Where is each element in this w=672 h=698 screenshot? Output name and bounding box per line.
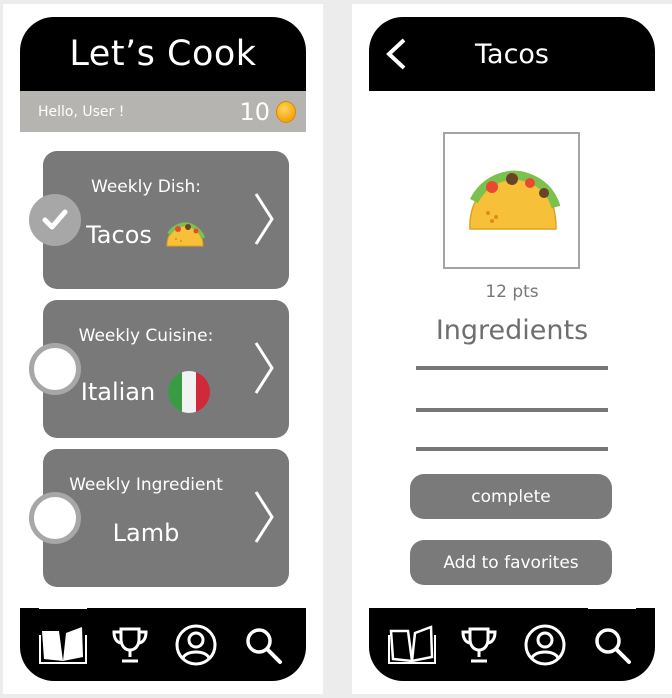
bottom-nav [369,606,655,681]
ingredient-line [416,366,608,370]
ingredient-line [416,408,608,412]
weekly-dish-card[interactable]: Weekly Dish: Tacos [29,151,289,289]
card-value: Italian [80,378,156,406]
nav-profile[interactable] [519,619,571,671]
dish-detail-screen: Tacos 12 pts Ingredients complete Add to… [352,4,672,694]
active-indicator [587,606,636,609]
chevron-right-icon [254,342,274,394]
coin-count: 10 [239,97,270,126]
search-icon [246,627,282,664]
nav-trophies[interactable] [453,619,505,671]
checkmark-icon [42,209,68,230]
chevron-right-icon [254,193,274,245]
chevron-right-icon [254,491,274,543]
bottom-nav [20,606,306,681]
greeting-text: Hello, User ! [38,103,125,120]
incomplete-check[interactable] [29,343,81,395]
taco-icon [166,222,205,247]
nav-profile[interactable] [170,619,222,671]
ingredient-line [416,447,608,451]
greeting-bar: Hello, User ! 10 [20,91,306,132]
profile-icon [175,624,217,665]
home-screen: Let’s Cook Hello, User ! 10 Weekly Dish:… [3,4,323,694]
profile-icon [524,624,566,665]
complete-button[interactable]: complete [410,474,612,519]
nav-trophies[interactable] [104,619,156,671]
dish-image [443,132,580,269]
nav-search[interactable] [586,606,638,671]
dish-title: Tacos [475,38,549,70]
completed-check[interactable] [29,194,81,246]
card-value: Tacos [86,221,152,249]
nav-recipes[interactable] [386,619,438,671]
weekly-cuisine-card[interactable]: Weekly Cuisine: Italian [29,300,289,438]
nav-search[interactable] [237,619,289,671]
weekly-ingredient-card[interactable]: Weekly Ingredient Lamb [29,449,289,587]
app-header: Let’s Cook [20,17,306,91]
ingredients-heading: Ingredients [435,315,589,346]
search-icon [595,627,631,664]
trophy-icon [461,627,497,662]
coin-icon [276,100,296,123]
italy-flag-icon [168,371,211,413]
trophy-icon [112,627,148,662]
back-arrow-icon[interactable] [383,37,409,71]
detail-header: Tacos [369,17,655,91]
book-icon [39,626,88,664]
nav-recipes[interactable] [37,606,89,671]
app-title: Let’s Cook [69,34,257,74]
dish-points: 12 pts [485,282,539,302]
card-value: Lamb [112,519,180,547]
incomplete-check[interactable] [29,492,81,544]
add-to-favorites-button[interactable]: Add to favorites [410,540,612,585]
taco-icon [468,170,560,230]
book-icon [388,624,437,664]
active-indicator [39,606,88,609]
